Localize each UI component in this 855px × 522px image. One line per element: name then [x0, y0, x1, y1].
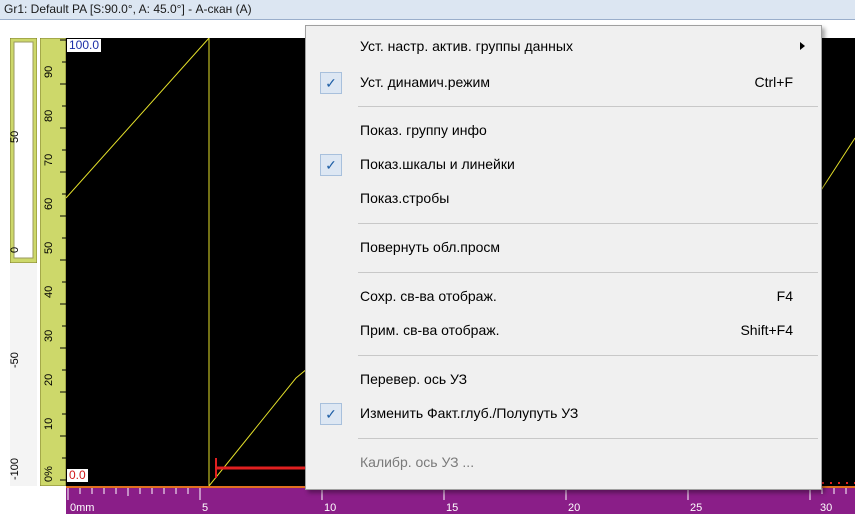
- menu-item-label: Повернуть обл.просм: [360, 239, 501, 255]
- distance-label: 30: [820, 502, 832, 514]
- pct-label: 10: [43, 418, 55, 430]
- distance-label: 5: [202, 502, 208, 514]
- menu-item-apply-display-props[interactable]: Прим. св-ва отображ. Shift+F4: [306, 314, 821, 347]
- menu-item-label: Перевер. ось УЗ: [360, 371, 468, 387]
- distance-label: 25: [690, 502, 702, 514]
- pct-label: 0%: [43, 466, 55, 482]
- menu-item-rotate-view[interactable]: Повернуть обл.просм: [306, 231, 821, 264]
- menu-item-change-depth-halfpath[interactable]: ✓ Изменить Факт.глуб./Полупуть УЗ: [306, 397, 821, 430]
- context-menu: Уст. настр. актив. группы данных ✓ Уст. …: [305, 25, 822, 490]
- distance-label: 15: [446, 502, 458, 514]
- menu-separator: [358, 272, 818, 273]
- menu-item-label: Изменить Факт.глуб./Полупуть УЗ: [360, 405, 579, 421]
- menu-separator: [358, 106, 818, 107]
- menu-item-shortcut: Ctrl+F: [754, 74, 794, 90]
- menu-item-label: Показ. группу инфо: [360, 122, 487, 138]
- menu-item-shortcut: Shift+F4: [740, 322, 793, 338]
- amp-top-label: 100.0: [67, 38, 102, 52]
- submenu-arrow-icon: [800, 42, 805, 50]
- check-icon: ✓: [320, 72, 342, 94]
- amp-bottom-label: 0.0: [67, 468, 88, 482]
- distance-scale: 0mm 5 10 15 20 25 30: [66, 486, 855, 514]
- menu-item-calibrate-ultrasound-axis: Калибр. ось УЗ ...: [306, 446, 821, 479]
- pct-label: 50: [43, 242, 55, 254]
- menu-item-dynamic-mode[interactable]: ✓ Уст. динамич.режим Ctrl+F: [306, 66, 821, 99]
- pct-label: 70: [43, 154, 55, 166]
- menu-item-label: Показ.шкалы и линейки: [360, 156, 515, 172]
- check-icon: ✓: [320, 403, 342, 425]
- window-titlebar[interactable]: Gr1: Default PA [S:90.0°, A: 45.0°] - А-…: [0, 0, 855, 20]
- menu-item-label: Сохр. св-ва отображ.: [360, 288, 497, 304]
- distance-label: 20: [568, 502, 580, 514]
- menu-item-flip-ultrasound-axis[interactable]: Перевер. ось УЗ: [306, 363, 821, 396]
- menu-item-show-gates[interactable]: Показ.стробы: [306, 182, 821, 215]
- window-title: Gr1: Default PA [S:90.0°, A: 45.0°] - А-…: [4, 2, 252, 16]
- percent-scale: 90 80 70 60 50 40 30 20 10 0%: [40, 38, 66, 486]
- menu-item-label: Калибр. ось УЗ ...: [360, 454, 475, 470]
- pct-label: 30: [43, 330, 55, 342]
- pct-label: 20: [43, 374, 55, 386]
- amplitude-scale: 50 0 -50 -100: [10, 38, 37, 486]
- check-icon: ✓: [320, 154, 342, 176]
- menu-item-label: Уст. динамич.режим: [360, 74, 490, 90]
- pct-label: 40: [43, 286, 55, 298]
- menu-item-show-scales-rulers[interactable]: ✓ Показ.шкалы и линейки: [306, 148, 821, 181]
- distance-label: 10: [324, 502, 336, 514]
- distance-label: 0mm: [70, 502, 94, 514]
- left-scale-label: 50: [10, 131, 21, 143]
- menu-separator: [358, 438, 818, 439]
- menu-item-save-display-props[interactable]: Сохр. св-ва отображ. F4: [306, 280, 821, 313]
- menu-separator: [358, 223, 818, 224]
- menu-separator: [358, 355, 818, 356]
- left-scale-label: 0: [10, 247, 21, 253]
- menu-item-label: Уст. настр. актив. группы данных: [360, 38, 573, 54]
- menu-item-active-group-settings[interactable]: Уст. настр. актив. группы данных: [306, 30, 821, 63]
- left-scale-label: -100: [10, 458, 21, 480]
- menu-item-show-group-info[interactable]: Показ. группу инфо: [306, 114, 821, 147]
- menu-item-label: Показ.стробы: [360, 190, 450, 206]
- pct-label: 80: [43, 110, 55, 122]
- pct-label: 90: [43, 66, 55, 78]
- pct-label: 60: [43, 198, 55, 210]
- menu-item-label: Прим. св-ва отображ.: [360, 322, 500, 338]
- left-scale-label: -50: [10, 352, 21, 368]
- menu-item-shortcut: F4: [776, 288, 793, 304]
